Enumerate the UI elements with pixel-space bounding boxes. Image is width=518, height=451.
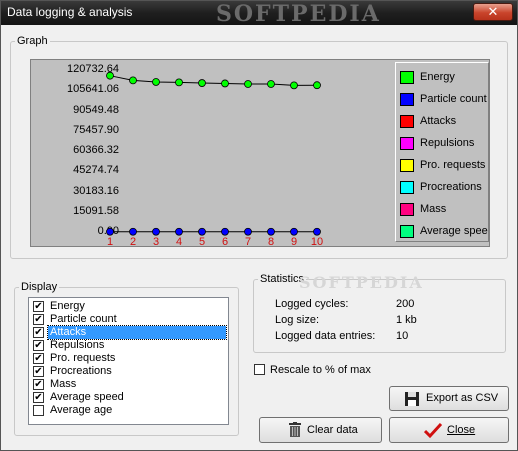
legend-swatch [400,203,414,216]
data-point [244,80,252,88]
display-item[interactable]: ✔ Attacks [31,325,228,340]
data-point [152,78,160,86]
legend-swatch [400,115,414,128]
watermark: SOFTPEDIA [216,1,381,27]
export-csv-button[interactable]: Export as CSV [389,386,509,411]
checkbox-checked-icon[interactable]: ✔ [33,327,44,338]
display-item-label: Procreations [50,365,112,377]
stat-label: Logged data entries: [275,330,376,342]
export-csv-label: Export as CSV [426,392,499,404]
data-point [106,227,114,236]
series-line-0 [109,75,318,86]
data-point [290,81,298,90]
data-point [106,71,114,80]
legend-label: Energy [420,71,455,83]
display-item[interactable]: ✔ Particle count [31,313,228,326]
checkbox-checked-icon[interactable]: ✔ [33,353,44,364]
legend-label: Attacks [420,115,457,127]
data-point [152,227,160,236]
stat-value: 10 [396,330,409,342]
data-point [267,227,275,236]
data-point [244,227,252,236]
legend-swatch [400,181,414,194]
stat-value: 200 [396,298,415,310]
legend-label: Mass [420,203,447,215]
data-point [313,227,321,236]
display-item-label: Attacks [47,325,227,340]
display-item-label: Mass [50,378,77,390]
checkbox-unchecked-icon[interactable] [33,405,44,416]
stat-label: Log size: [275,314,320,326]
legend-swatch [400,137,414,150]
floppy-disk-icon [405,392,419,406]
checkbox-checked-icon[interactable]: ✔ [33,379,44,390]
legend-swatch [400,93,414,106]
legend-swatch [400,71,414,84]
data-point [129,227,137,236]
data-point [198,79,206,87]
data-point [221,79,229,88]
display-item-label: Particle count [50,313,117,325]
trash-can-icon [289,422,301,437]
display-checklist[interactable]: ✔ Energy ✔ Particle count ✔ Attacks ✔ Repulsion… [28,297,229,425]
data-point [198,227,206,236]
data-point [175,227,183,236]
display-item-label: Average age [50,404,113,416]
checkbox-checked-icon[interactable]: ✔ [33,392,44,403]
display-group-label: Display [21,281,58,293]
title-bar: Data logging & analysis SOFTPEDIA ✕ [1,1,517,27]
chart-legend: Energy Particle count Attacks Repulsions Pro… [395,62,489,242]
data-point [290,227,298,236]
legend-label: Procreations [420,181,482,193]
statistics-watermark: SOFTPEDIA [299,273,424,292]
close-label: Close [447,424,476,436]
display-item-label: Energy [50,300,85,312]
window-close-button[interactable]: ✕ [473,3,513,21]
close-button[interactable]: Close [389,417,509,443]
legend-label: Particle count [420,93,487,105]
display-item[interactable]: ✔ Energy [31,300,228,313]
clear-data-label: Clear data [307,424,358,436]
legend-swatch [400,159,414,172]
checkbox-checked-icon[interactable]: ✔ [33,314,44,325]
data-point [129,76,137,85]
close-icon: ✕ [487,4,499,19]
legend-label: Pro. requests [420,159,486,171]
checkbox-checked-icon[interactable]: ✔ [33,366,44,377]
window-title: Data logging & analysis [7,5,133,19]
display-item[interactable]: ✔ Procreations [31,365,228,378]
data-point [221,227,229,236]
graph-group-label: Graph [17,35,48,47]
display-item[interactable]: ✔ Mass [31,378,228,391]
display-item[interactable]: Average age [31,404,228,417]
checkmark-icon [424,423,442,439]
display-item-label: Pro. requests [50,352,116,364]
data-point [267,80,275,88]
rescale-box[interactable] [254,364,265,375]
clear-data-button[interactable]: Clear data [259,417,382,443]
checkbox-checked-icon[interactable]: ✔ [33,340,44,351]
data-logging-window: Data logging & analysis SOFTPEDIA ✕ Grap… [0,0,518,451]
rescale-label: Rescale to % of max [270,364,371,376]
stat-label: Logged cycles: [275,298,349,310]
display-item-label: Average speed [50,391,124,403]
checkbox-checked-icon[interactable]: ✔ [33,301,44,312]
display-item[interactable]: ✔ Repulsions [31,339,228,352]
legend-label: Average speed [420,225,489,237]
legend-label: Repulsions [420,137,475,149]
stat-value: 1 kb [396,314,417,326]
display-item[interactable]: ✔ Pro. requests [31,352,228,365]
display-item[interactable]: ✔ Average speed [31,391,228,404]
data-point [313,81,321,90]
legend-swatch [400,225,414,238]
display-item-label: Repulsions [50,339,105,351]
rescale-checkbox[interactable]: Rescale to % of max [254,364,414,378]
data-point [175,78,183,87]
